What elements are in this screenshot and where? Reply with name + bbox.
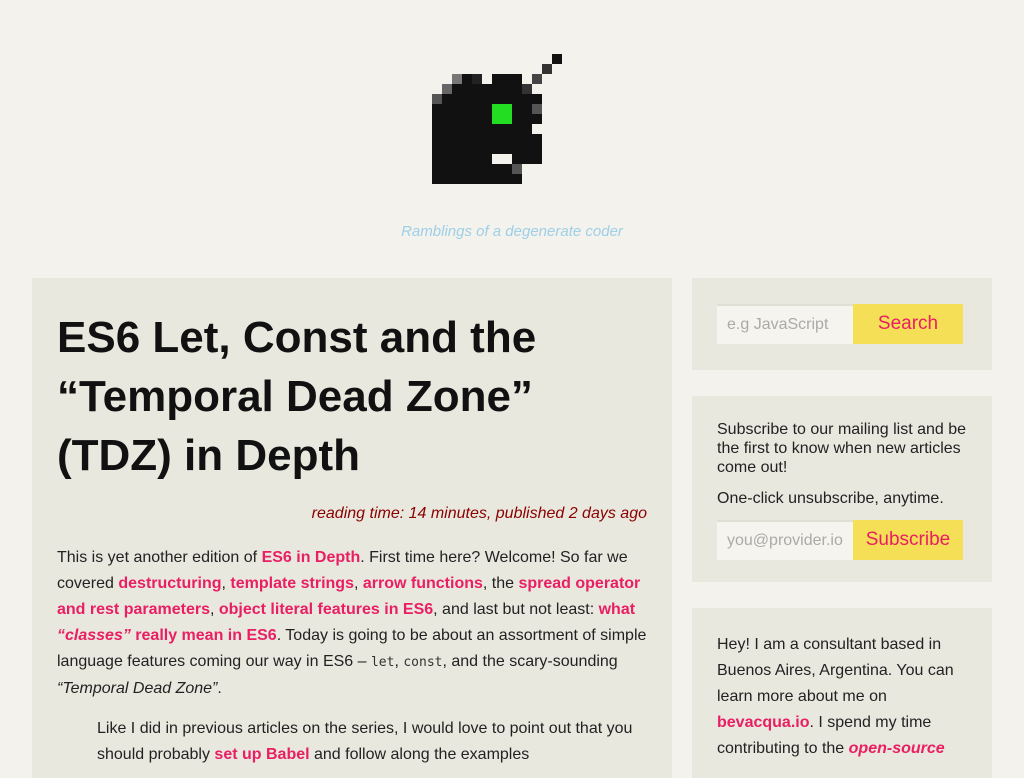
subscribe-panel: Subscribe to our mailing list and be the…	[692, 396, 992, 582]
article-meta: reading time: 14 minutes, published 2 da…	[311, 505, 647, 522]
about-text: Hey! I am a consultant based in Buenos A…	[717, 636, 954, 757]
link-bevacqua[interactable]: bevacqua.io	[717, 714, 809, 731]
article-intro: This is yet another edition of ES6 in De…	[57, 549, 647, 697]
subscribe-form: Subscribe	[717, 520, 967, 560]
link-destructuring[interactable]: destructuring	[118, 575, 221, 592]
unsubscribe-note: One-click unsubscribe, anytime.	[717, 490, 944, 507]
subscribe-button[interactable]: Subscribe	[853, 520, 963, 560]
subscribe-text: Subscribe to our mailing list and be the…	[717, 421, 967, 476]
link-open-source[interactable]: open-source	[849, 740, 945, 757]
link-es6-in-depth[interactable]: ES6 in Depth	[262, 549, 361, 566]
search-input[interactable]	[717, 304, 853, 344]
email-field[interactable]	[717, 520, 853, 560]
code-let: let	[370, 655, 395, 670]
search-form: Search	[717, 304, 967, 344]
link-template-strings[interactable]: template strings	[230, 575, 354, 592]
code-const: const	[403, 655, 443, 670]
link-set-up-babel[interactable]: set up Babel	[214, 746, 309, 763]
article-title: ES6 Let, Const and the “Temporal Dead Zo…	[57, 313, 537, 480]
link-object-literals[interactable]: object literal features in ES6	[219, 601, 433, 618]
pixel-creature-logo-icon[interactable]	[432, 54, 564, 186]
site-tagline: Ramblings of a degenerate coder	[401, 223, 623, 240]
search-panel: Search	[692, 278, 992, 370]
search-button[interactable]: Search	[853, 304, 963, 344]
article-note: Like I did in previous articles on the s…	[97, 720, 633, 763]
about-panel: Hey! I am a consultant based in Buenos A…	[692, 608, 992, 778]
article-panel: ES6 Let, Const and the “Temporal Dead Zo…	[32, 278, 672, 778]
link-arrow-functions[interactable]: arrow functions	[363, 575, 483, 592]
